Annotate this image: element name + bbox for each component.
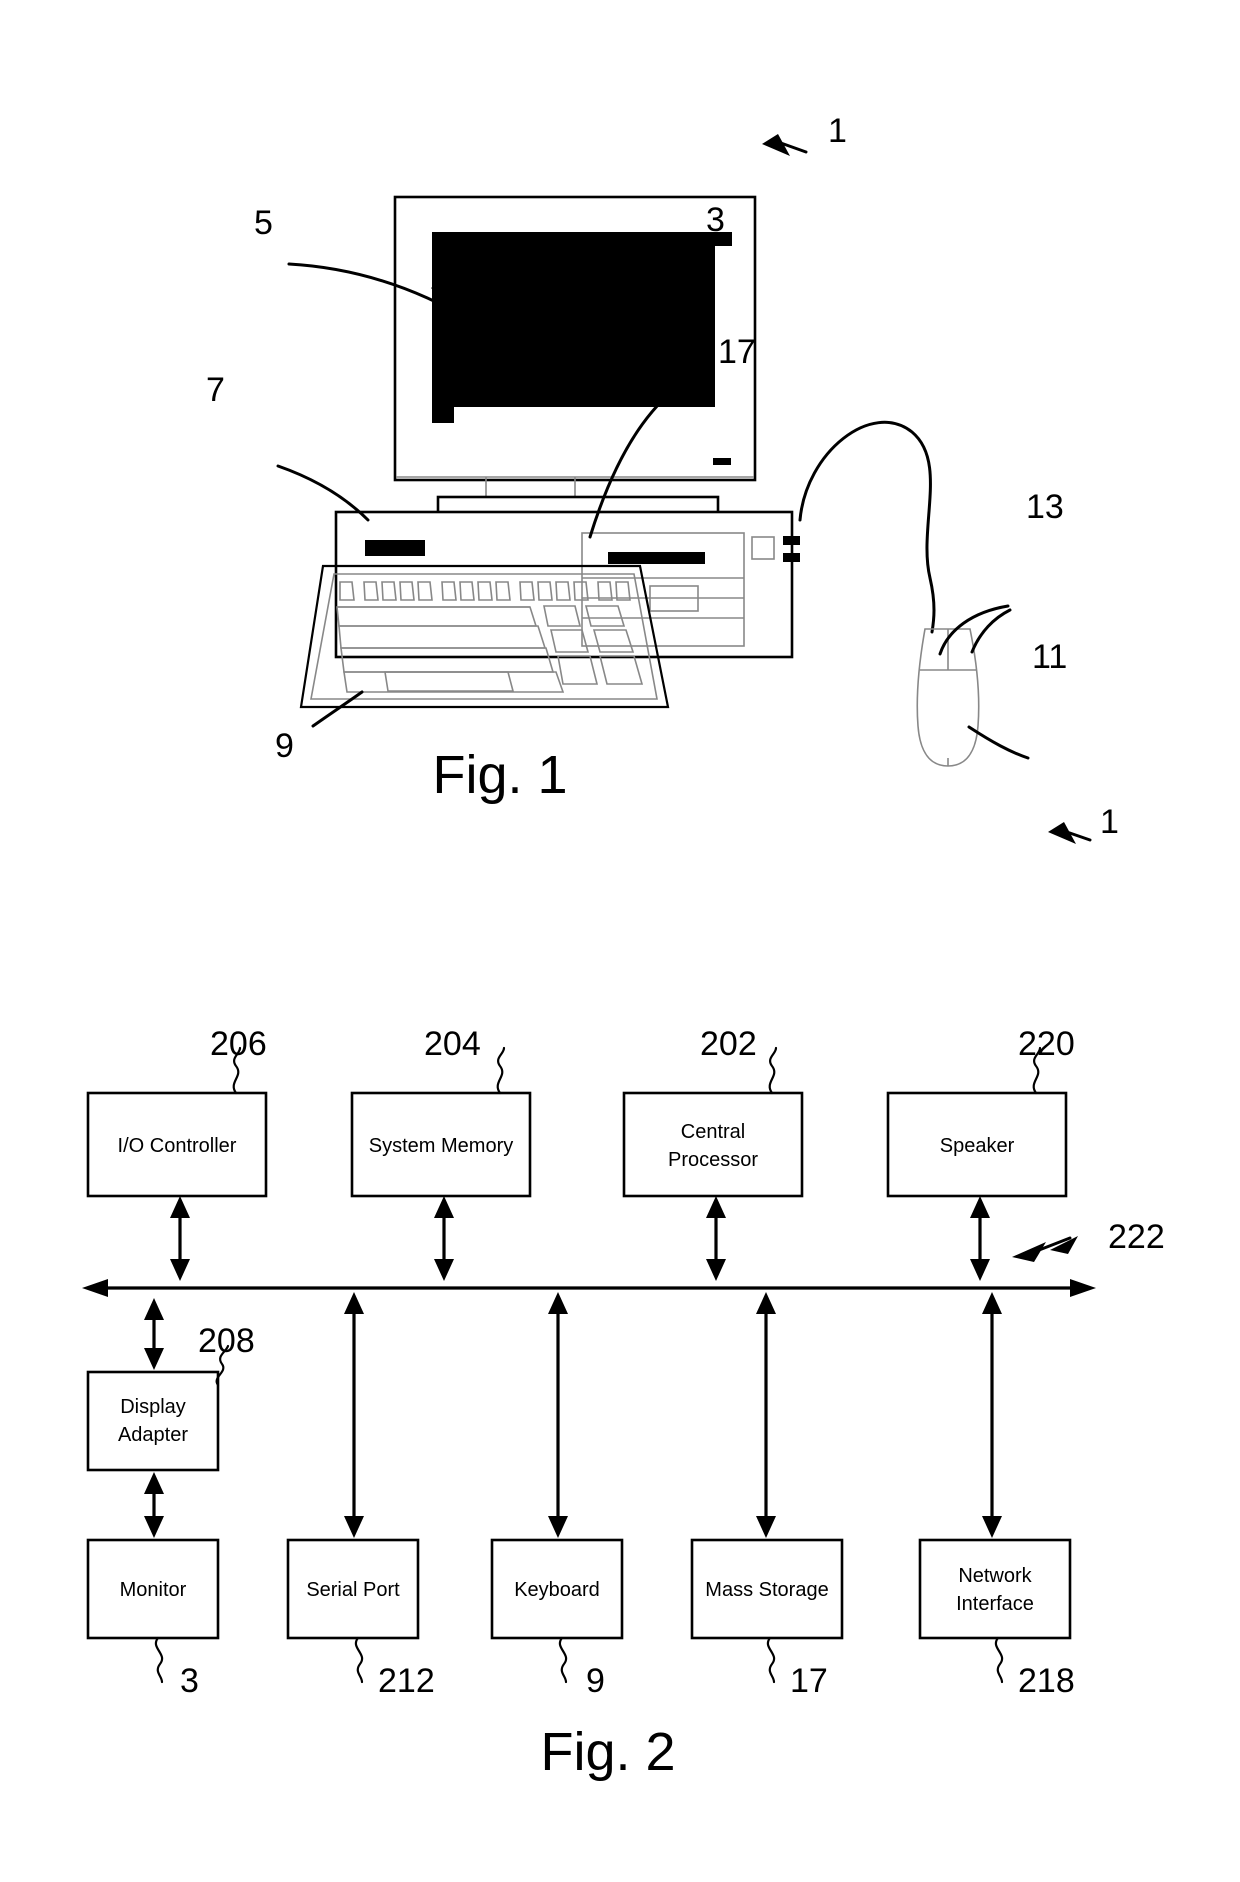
arrow-bus-keyboard [548,1292,568,1538]
ref-number-202: 202 [700,1025,757,1063]
indicator-bar-upper [783,536,800,545]
block-network-interface: Network Interface 218 [918,1538,1075,1700]
system-bus [82,1279,1096,1297]
block-monitor-label: Monitor [120,1579,187,1601]
mouse [798,420,980,767]
arrow-io-controller-bus [170,1196,190,1281]
floppy-drive-slot [608,552,705,564]
block-display-adapter-label-line1: Display [120,1396,186,1418]
monitor-power-indicator [713,458,731,465]
ref-number-220: 220 [1018,1025,1075,1063]
ref-number-5: 5 [254,204,273,242]
block-central-processor-box [622,1091,804,1198]
mouse-cable [798,420,936,634]
block-io-controller: I/O Controller 206 [86,1025,268,1198]
figure-1-group: 1 5 3 7 17 9 13 11 Fig. 1 [206,112,1067,805]
block-serial-port-label: Serial Port [306,1579,400,1601]
block-monitor: Monitor 3 [86,1538,220,1700]
patent-drawing-page: 1 5 3 7 17 9 13 11 Fig. 1 1 I/O Controll… [0,0,1240,1882]
figure-1-caption: Fig. 1 [432,745,567,805]
ref-number-222: 222 [1108,1218,1165,1256]
figure-2-group: 1 I/O Controller 206 System Memory 204 C… [82,803,1165,1782]
block-keyboard: Keyboard 9 [490,1538,624,1700]
callout-11-leader [967,725,1030,760]
ref-number-17-fig2: 17 [790,1662,828,1700]
ref-number-212: 212 [378,1662,435,1700]
drawing-canvas: 1 5 3 7 17 9 13 11 Fig. 1 1 I/O Controll… [82,112,1165,1782]
block-mass-storage-label: Mass Storage [705,1579,828,1601]
screen-bezel-right-bar [699,238,715,406]
block-network-interface-label-line1: Network [958,1565,1032,1587]
arrow-system-memory-bus [434,1196,454,1281]
ref-number-206: 206 [210,1025,267,1063]
block-speaker-label: Speaker [940,1135,1015,1157]
ref-number-9-fig1: 9 [275,727,294,765]
arrow-central-processor-bus [706,1196,726,1281]
block-display-adapter-box [86,1370,220,1472]
ref-number-1-fig1: 1 [828,112,847,150]
block-serial-port: Serial Port 212 [286,1538,435,1700]
callout-13-leader [938,604,1012,656]
ref-number-204: 204 [424,1025,481,1063]
arrow-bus-mass-storage [756,1292,776,1538]
ref-number-3-fig2: 3 [180,1662,199,1700]
block-system-memory-label: System Memory [369,1135,513,1157]
ref-number-17-fig1: 17 [718,333,756,371]
block-keyboard-label: Keyboard [514,1579,600,1601]
screen-bezel-top [432,232,732,246]
system-bus-arrow-right [1070,1279,1096,1297]
figure-2-system-callout-arrow [1048,822,1092,844]
block-speaker: Speaker 220 [886,1025,1075,1198]
block-io-controller-label: I/O Controller [118,1135,237,1157]
block-central-processor: Central Processor 202 [622,1025,804,1198]
block-mass-storage: Mass Storage 17 [690,1538,844,1700]
indicator-bar-lower [783,553,800,562]
arrow-display-adapter-monitor [144,1472,164,1538]
ref-number-218: 218 [1018,1662,1075,1700]
block-central-processor-label-line1: Central [681,1121,745,1143]
arrow-bus-display-adapter [144,1298,164,1370]
block-central-processor-label-line2: Processor [668,1149,758,1171]
block-system-memory: System Memory 204 [350,1025,532,1198]
ref-number-7: 7 [206,371,225,409]
arrow-speaker-bus [970,1196,990,1281]
ref-number-3-fig1: 3 [706,201,725,239]
arrow-bus-serial-port [344,1292,364,1538]
ref-number-13: 13 [1026,488,1064,526]
block-network-interface-label-line2: Interface [956,1593,1034,1615]
callout-222-leader [1012,1236,1078,1262]
ref-number-208: 208 [198,1322,255,1360]
block-network-interface-box [918,1538,1072,1640]
screen-bezel-bottom [432,392,715,407]
arrow-bus-network-interface [982,1292,1002,1538]
system-bus-arrow-left [82,1279,108,1297]
block-display-adapter-label-line2: Adapter [118,1424,188,1446]
block-display-adapter: Display Adapter 208 [86,1322,255,1472]
figure-2-caption: Fig. 2 [540,1722,675,1782]
ref-number-9-fig2: 9 [586,1662,605,1700]
power-button [365,540,425,556]
ref-number-11: 11 [1032,638,1067,676]
monitor [393,195,757,517]
system-callout-arrow [762,134,808,156]
callout-9-leader [311,690,364,728]
ref-number-1-fig2: 1 [1100,803,1119,841]
